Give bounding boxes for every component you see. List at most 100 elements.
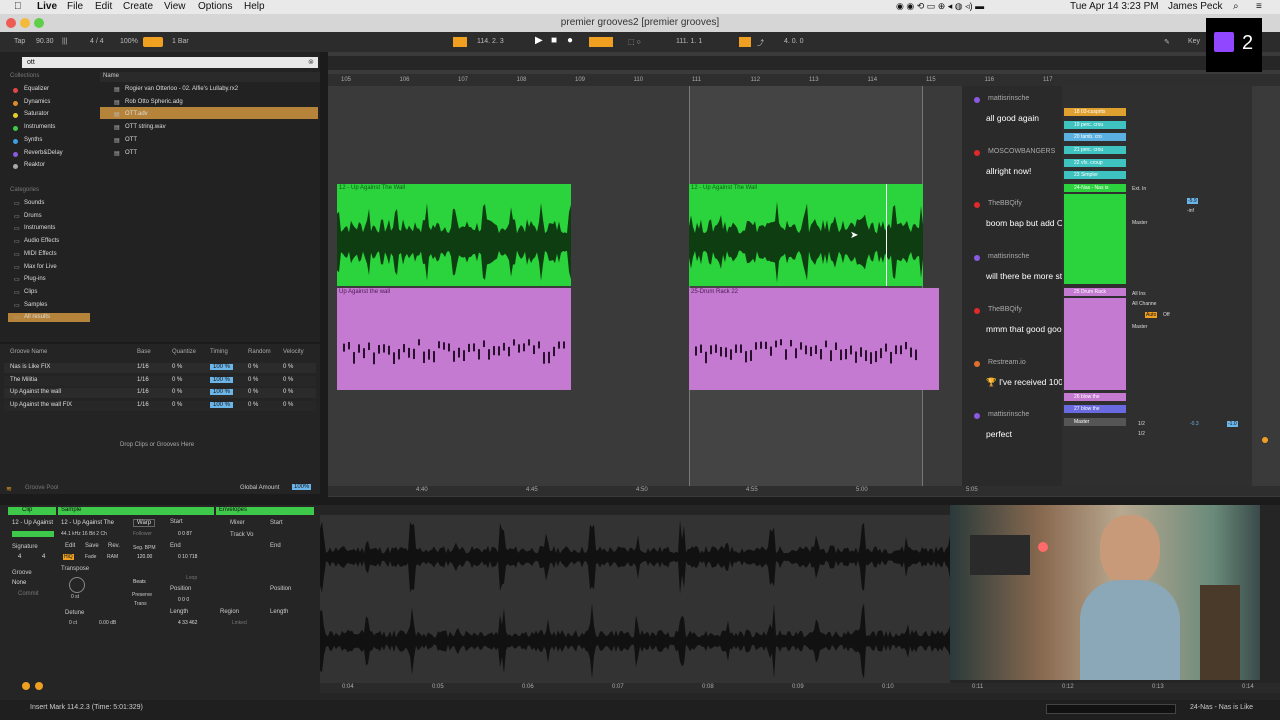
mixer-track-header[interactable]: 27 blow the (1064, 405, 1126, 413)
groove-pool-icon[interactable]: ≋ (6, 485, 12, 493)
master-output[interactable]: 1/2 (1138, 431, 1145, 437)
name-column-header[interactable]: Name (103, 73, 119, 79)
menu-options[interactable]: Options (198, 1, 232, 12)
loop-button[interactable]: Loop (186, 575, 197, 581)
groove-cell-base[interactable]: 1/16 (137, 389, 149, 395)
category-item[interactable]: Instruments (24, 225, 55, 231)
transients-select[interactable]: Trans (134, 601, 147, 607)
envelope-control[interactable]: Track Vo (230, 532, 253, 538)
category-item[interactable]: Samples (24, 302, 47, 308)
launch-icon[interactable] (35, 682, 43, 690)
sample-editor[interactable] (320, 515, 950, 683)
collection-item[interactable]: Equalizer (24, 86, 49, 92)
play-button[interactable]: ▶ (535, 35, 543, 46)
status-icons[interactable]: ◉ ◉ ⟲ ▭ ⊕ ◂ ◍ ◃) ▬ (896, 1, 984, 12)
category-item[interactable]: MIDI Effects (24, 251, 57, 257)
punch-icon[interactable]: ⬚ ○ (628, 38, 641, 46)
selected-track-name[interactable]: 24-Nas - Nas is Like (1190, 704, 1253, 711)
metronome-icon[interactable]: ||| (62, 38, 67, 45)
groove-row[interactable] (4, 363, 316, 373)
quantize-menu[interactable]: 1 Bar (172, 38, 189, 45)
collection-item[interactable]: Dynamics (24, 99, 50, 105)
length-value[interactable]: 4 33 462 (178, 620, 197, 626)
detune-value[interactable]: 0 ct (69, 620, 77, 626)
master-volume[interactable]: -0.3 (1190, 421, 1199, 427)
groove-cell-velocity[interactable]: 0 % (283, 389, 293, 395)
clear-search-icon[interactable]: ⊗ (308, 58, 314, 66)
category-item[interactable]: All results (24, 314, 50, 320)
groove-cell-timing[interactable]: 100 % (210, 402, 234, 409)
fade-button[interactable]: Fade (85, 554, 96, 560)
mixer-track-header[interactable]: 26 blow the (1064, 393, 1126, 401)
groove-cell-quantize[interactable]: 0 % (172, 364, 182, 370)
sample-time-ruler[interactable]: 0:04 0:05 0:06 0:07 0:08 0:09 0:10 0:11 0:12 0:13… (320, 683, 1280, 693)
launch-icon[interactable] (22, 682, 30, 690)
file-item[interactable]: Rob Otto Spheric.adg (125, 99, 183, 105)
groove-cell-base[interactable]: 1/16 (137, 364, 149, 370)
groove-cell-quantize[interactable]: 0 % (172, 402, 182, 408)
browser-search-input[interactable] (22, 57, 318, 68)
groove-column-header[interactable]: Random (248, 349, 271, 355)
warp-mode[interactable]: Beats (133, 579, 146, 585)
groove-column-header[interactable]: Groove Name (10, 349, 47, 355)
groove-cell-base[interactable]: 1/16 (137, 402, 149, 408)
groove-select[interactable]: None (12, 580, 26, 586)
input-all-ins[interactable]: All Ins (1132, 291, 1146, 297)
output-master[interactable]: Master (1132, 324, 1147, 330)
category-item[interactable]: Plug-ins (24, 276, 46, 282)
clip-color[interactable] (12, 531, 54, 537)
gain-value[interactable]: 0.00 dB (99, 620, 116, 626)
groove-cell-velocity[interactable]: 0 % (283, 377, 293, 383)
position-value[interactable]: 0 0 0 (178, 597, 189, 603)
collection-item[interactable]: Reverb&Delay (24, 150, 63, 156)
key-map-button[interactable]: Key (1188, 38, 1200, 45)
groove-cell-random[interactable]: 0 % (248, 377, 258, 383)
category-item[interactable]: Clips (24, 289, 37, 295)
groove-cell-velocity[interactable]: 0 % (283, 364, 293, 370)
loop-length[interactable]: 4. 0. 0 (784, 38, 803, 45)
clock[interactable]: Tue Apr 14 3:23 PM (1070, 1, 1159, 12)
record-button[interactable]: ● (567, 35, 573, 46)
groove-cell-random[interactable]: 0 % (248, 389, 258, 395)
overview-strip[interactable] (328, 56, 1280, 70)
file-item[interactable]: OTT string.wav (125, 124, 166, 130)
groove-column-header[interactable]: Timing (210, 349, 228, 355)
overdub-icons[interactable] (589, 37, 613, 47)
start-value[interactable]: 0 0 87 (178, 531, 192, 537)
envelope-device[interactable]: Mixer (230, 520, 245, 526)
transpose-knob[interactable] (69, 577, 85, 593)
groove-cell-timing[interactable]: 100 % (210, 389, 234, 396)
groove-column-header[interactable]: Base (137, 349, 151, 355)
mixer-track-header[interactable]: 25 Drum Rack (1064, 288, 1126, 296)
master-output[interactable]: 1/2 (1138, 421, 1145, 427)
collection-item[interactable]: Instruments (24, 124, 55, 130)
beat-ruler[interactable]: 105 106 107 108 109 110 111 112 113 114 115 116 117 (328, 74, 1280, 86)
mixer-track-header[interactable]: 21 perc. crou (1064, 146, 1126, 154)
sample-name[interactable]: 12 - Up Against The (61, 520, 114, 526)
menu-help[interactable]: Help (244, 1, 265, 12)
signature-denominator[interactable]: 4 (42, 554, 45, 560)
mixer-track-header[interactable]: 20 tamb. cro (1064, 133, 1126, 141)
monitor-auto[interactable]: Auto (1145, 312, 1158, 318)
seg-bpm-value[interactable]: 120.00 (137, 554, 152, 560)
follower-button[interactable]: Follower (133, 531, 152, 537)
time-ruler[interactable]: 4:40 4:45 4:50 4:55 5:00 5:05 (328, 486, 1280, 496)
ram-button[interactable]: RAM (107, 554, 118, 560)
global-amount-value[interactable]: 100% (292, 484, 312, 490)
maximize-window-button[interactable] (34, 18, 44, 28)
file-item[interactable]: OTT.adv (125, 111, 148, 117)
master-pan[interactable]: -1.0 (1227, 421, 1238, 427)
category-item[interactable]: Sounds (24, 200, 44, 206)
user-name[interactable]: James Peck (1168, 1, 1222, 12)
edit-button[interactable]: Edit (65, 543, 75, 549)
tap-button[interactable]: Tap (14, 38, 25, 45)
record-arm-icon[interactable] (1262, 437, 1268, 443)
menu-edit[interactable]: Edit (95, 1, 112, 12)
groove-column-header[interactable]: Velocity (283, 349, 304, 355)
time-signature[interactable]: 4 / 4 (90, 38, 104, 45)
groove-cell-quantize[interactable]: 0 % (172, 377, 182, 383)
midi-clip[interactable]: 25-Drum Rack 22 (689, 288, 939, 390)
draw-icon[interactable]: ⤴ (757, 38, 764, 48)
mixer-track-header[interactable]: 24-Nas - Nas is (1064, 184, 1126, 192)
follow-toggle[interactable] (143, 37, 163, 47)
